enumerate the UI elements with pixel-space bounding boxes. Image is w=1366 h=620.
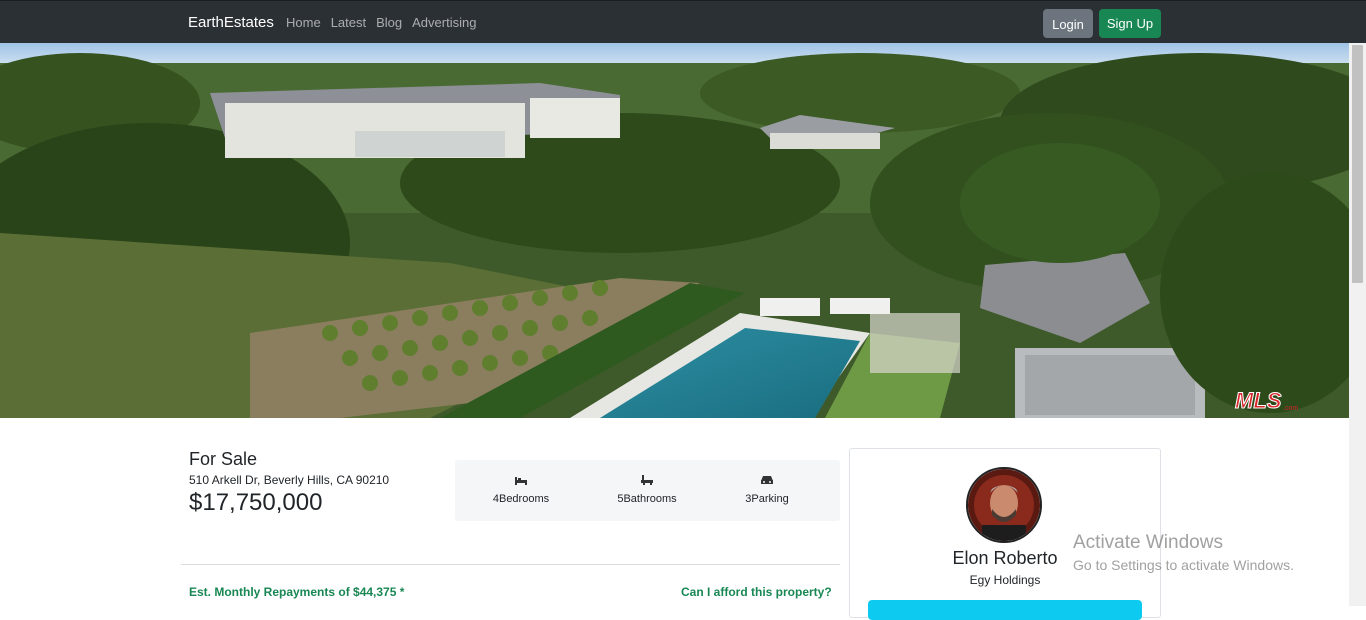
feature-bathrooms: 5Bathrooms	[587, 474, 707, 505]
svg-text:.com: .com	[1283, 405, 1298, 412]
bath-icon	[587, 474, 707, 489]
nav-link-latest[interactable]: Latest	[331, 15, 366, 30]
nav-link-home[interactable]: Home	[286, 15, 321, 30]
signup-button[interactable]: Sign Up	[1099, 9, 1161, 38]
nav-links: Home Latest Blog Advertising	[286, 15, 486, 30]
nav-link-blog[interactable]: Blog	[376, 15, 402, 30]
listing-status: For Sale	[189, 449, 258, 469]
feature-bathrooms-label: 5Bathrooms	[617, 493, 677, 505]
listing-price: $17,750,000	[189, 489, 323, 516]
agent-company: Egy Holdings	[969, 573, 1041, 587]
scrollbar-thumb[interactable]	[1352, 45, 1363, 283]
top-navbar: EarthEstates Home Latest Blog Advertisin…	[0, 0, 1366, 43]
listing-address: 510 Arkell Dr, Beverly Hills, CA 90210	[189, 473, 390, 487]
car-icon	[707, 474, 827, 489]
avatar	[966, 467, 1042, 543]
features-panel: 4Bedrooms 5Bathrooms 3Parking	[455, 460, 840, 521]
activate-windows-subtitle: Go to Settings to activate Windows.	[1073, 557, 1294, 573]
svg-text:MLS: MLS	[1235, 388, 1282, 413]
brand-logo[interactable]: EarthEstates	[188, 14, 274, 31]
contact-agent-button[interactable]	[868, 600, 1142, 620]
hero-property-image: MLS .com	[0, 43, 1349, 418]
feature-bedrooms-label: 4Bedrooms	[492, 493, 550, 505]
feature-parking-label: 3Parking	[745, 493, 789, 505]
monthly-repayments: Est. Monthly Repayments of $44,375 *	[189, 585, 405, 599]
feature-bedrooms: 4Bedrooms	[461, 474, 581, 505]
nav-link-advertising[interactable]: Advertising	[412, 15, 476, 30]
bed-icon	[461, 474, 581, 489]
afford-link[interactable]: Can I afford this property?	[681, 585, 832, 599]
divider	[181, 564, 840, 565]
login-button[interactable]: Login	[1043, 9, 1093, 38]
feature-parking: 3Parking	[707, 474, 827, 505]
activate-windows-title: Activate Windows	[1073, 532, 1223, 553]
